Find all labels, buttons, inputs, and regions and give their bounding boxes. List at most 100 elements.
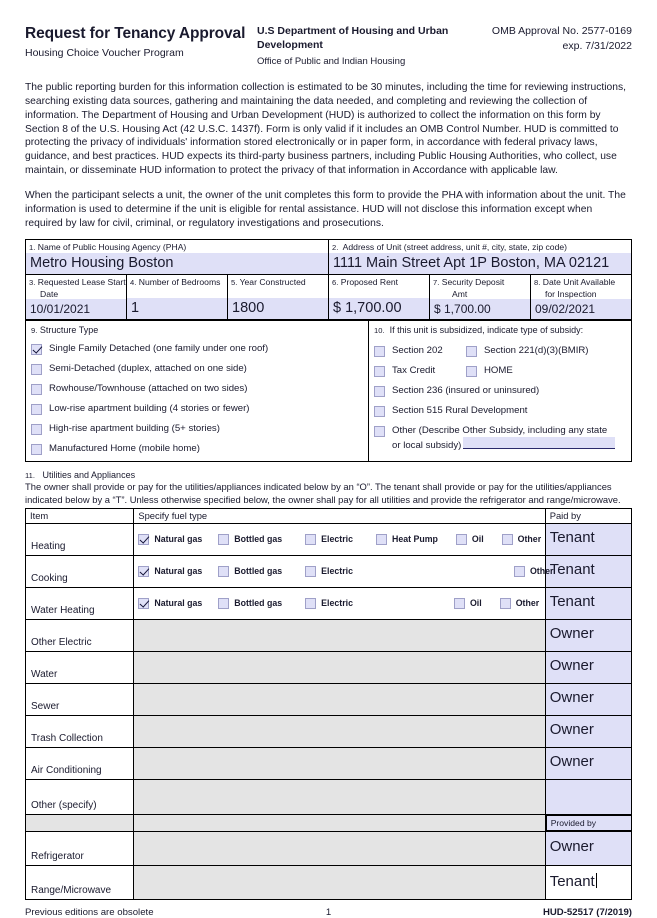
table-row: Cooking Natural gas Bottled gas Electric… — [24, 554, 633, 588]
fuel-checkbox-bottled-gas[interactable]: Bottled gas — [218, 565, 282, 577]
checkbox-icon[interactable] — [138, 597, 150, 609]
address-input[interactable]: 1111 Main Street Apt 1P Boston, MA 02121 — [329, 252, 631, 274]
checkbox-icon[interactable] — [513, 565, 525, 577]
checkbox-icon[interactable] — [305, 533, 317, 545]
checkbox-icon[interactable] — [374, 406, 385, 418]
checkbox-icon[interactable] — [499, 597, 511, 609]
checkbox-icon[interactable] — [138, 565, 150, 577]
paid-by-water-heating[interactable]: Tenant — [544, 586, 633, 620]
checkbox-icon[interactable] — [374, 426, 385, 438]
subsidy-other-input[interactable] — [463, 437, 616, 450]
subsidy-option-section-236[interactable]: Section 236 (insured or uninsured) — [374, 385, 626, 398]
year-constructed-input[interactable]: 1800 — [228, 298, 328, 320]
paid-by-sewer[interactable]: Owner — [544, 682, 633, 716]
utility-item-heating: Heating — [24, 522, 135, 556]
table-row: 3. Requested Lease Start Date 10/01/2021… — [25, 273, 632, 321]
subsidy-option-section-202[interactable]: Section 202 — [374, 345, 466, 358]
structure-option-single-family[interactable]: Single Family Detached (one family under… — [31, 343, 363, 356]
address-label: 2. Address of Unit (street address, unit… — [332, 242, 567, 253]
fuel-checkbox-bottled-gas[interactable]: Bottled gas — [218, 533, 282, 545]
checkbox-icon[interactable] — [31, 384, 42, 396]
paid-by-trash-collection[interactable]: Owner — [544, 714, 633, 748]
checkbox-icon[interactable] — [501, 533, 513, 545]
checkbox-icon[interactable] — [218, 565, 230, 577]
structure-option-rowhouse[interactable]: Rowhouse/Townhouse (attached on two side… — [31, 383, 363, 396]
bedrooms-input[interactable]: 1 — [127, 298, 227, 320]
table-header-row: Item Specify fuel type Paid by — [24, 507, 633, 524]
checkbox-icon[interactable] — [218, 533, 230, 545]
subsidy-option-home[interactable]: HOME — [466, 365, 513, 378]
paid-by-cooking[interactable]: Tenant — [544, 554, 633, 588]
fuel-label: Other — [515, 598, 540, 609]
structure-option-manufactured[interactable]: Manufactured Home (mobile home) — [31, 443, 363, 456]
security-deposit-input[interactable]: $ 1,700.00 — [430, 299, 530, 320]
paid-by-other-specify[interactable] — [544, 778, 633, 815]
table-row: Water Owner — [24, 650, 633, 684]
utility-item-water-heating: Water Heating — [24, 586, 135, 620]
structure-option-high-rise[interactable]: High-rise apartment building (5+ stories… — [31, 423, 363, 436]
table-row: Other (specify) — [24, 778, 633, 815]
date-available-input[interactable]: 09/02/2021 — [531, 299, 631, 320]
fuel-checkbox-other[interactable]: Other — [513, 565, 553, 577]
fuel-checkbox-electric[interactable]: Electric — [305, 533, 353, 545]
subsidy-option-tax-credit[interactable]: Tax Credit — [374, 365, 466, 378]
header-title-block: Request for Tenancy Approval Housing Cho… — [25, 24, 257, 59]
fuel-checkbox-heat-pump[interactable]: Heat Pump — [375, 533, 438, 545]
checkbox-icon[interactable] — [375, 533, 387, 545]
fuel-label: Other — [517, 534, 542, 545]
fuel-checkbox-electric[interactable]: Electric — [305, 565, 353, 577]
proposed-rent-input[interactable]: $ 1,700.00 — [329, 298, 429, 320]
date-available-label-2: for Inspection — [545, 289, 597, 300]
checkbox-icon[interactable] — [453, 597, 465, 609]
fuel-checkbox-oil[interactable]: Oil — [455, 533, 484, 545]
fuel-checkbox-natural-gas[interactable]: Natural gas — [138, 597, 202, 609]
provided-by-range-microwave[interactable]: Tenant — [544, 865, 633, 901]
fuel-label: Oil — [471, 534, 484, 545]
subsidy-option-section-515[interactable]: Section 515 Rural Development — [374, 405, 626, 418]
fuel-checkbox-natural-gas[interactable]: Natural gas — [138, 533, 203, 545]
checkbox-icon[interactable] — [31, 444, 42, 456]
subsidy-option-label: Section 202 — [392, 345, 443, 357]
subsidy-option-section-221[interactable]: Section 221(d)(3)(BMIR) — [466, 345, 589, 358]
paid-by-heating[interactable]: Tenant — [544, 522, 633, 556]
structure-option-semi-detached[interactable]: Semi-Detached (duplex, attached on one s… — [31, 363, 363, 376]
paid-by-other-electric[interactable]: Owner — [544, 618, 633, 652]
fuel-checkbox-bottled-gas[interactable]: Bottled gas — [218, 597, 282, 609]
fuel-checkbox-other[interactable]: Other — [501, 533, 542, 545]
checkbox-icon[interactable] — [305, 565, 317, 577]
checkbox-icon[interactable] — [305, 597, 317, 609]
paid-by-air-conditioning[interactable]: Owner — [544, 746, 633, 780]
checkbox-icon[interactable] — [31, 364, 42, 376]
checkbox-icon[interactable] — [218, 597, 230, 609]
column-header-paid-by: Paid by — [544, 507, 633, 524]
lease-start-label: 3. Requested Lease Start — [29, 276, 126, 287]
date-available-label: 8. Date Unit Available — [534, 276, 616, 287]
checkbox-icon[interactable] — [374, 386, 385, 398]
pha-input[interactable]: Metro Housing Boston — [26, 252, 328, 274]
checkbox-icon[interactable] — [374, 366, 385, 378]
checkbox-icon[interactable] — [374, 346, 385, 358]
table-row: 9. Structure Type Single Family Detached… — [25, 320, 632, 463]
fuel-label: Natural gas — [154, 534, 203, 545]
checkbox-icon[interactable] — [31, 344, 42, 356]
checkbox-icon[interactable] — [466, 346, 477, 358]
subsidy-option-other[interactable]: Other (Describe Other Subsidy, including… — [374, 425, 626, 452]
fuel-checkbox-natural-gas[interactable]: Natural gas — [138, 565, 202, 577]
checkbox-icon[interactable] — [455, 533, 467, 545]
structure-type-section: 9. Structure Type Single Family Detached… — [25, 320, 369, 463]
lease-start-input[interactable]: 10/01/2021 — [26, 299, 126, 320]
appliance-item-refrigerator: Refrigerator — [24, 831, 135, 867]
checkbox-icon[interactable] — [138, 533, 150, 545]
fuel-checkbox-electric[interactable]: Electric — [305, 597, 353, 609]
paid-by-water[interactable]: Owner — [544, 650, 633, 684]
security-deposit-label-2: Amt — [452, 289, 468, 300]
appliance-item-range-microwave: Range/Microwave — [24, 865, 135, 901]
fuel-cell-blocked — [133, 618, 546, 652]
checkbox-icon[interactable] — [31, 404, 42, 416]
provided-by-refrigerator[interactable]: Owner — [544, 831, 633, 867]
checkbox-icon[interactable] — [31, 424, 42, 436]
structure-option-low-rise[interactable]: Low-rise apartment building (4 stories o… — [31, 403, 363, 416]
fuel-checkbox-oil[interactable]: Oil — [453, 597, 482, 609]
fuel-checkbox-other[interactable]: Other — [499, 597, 540, 609]
checkbox-icon[interactable] — [466, 366, 477, 378]
